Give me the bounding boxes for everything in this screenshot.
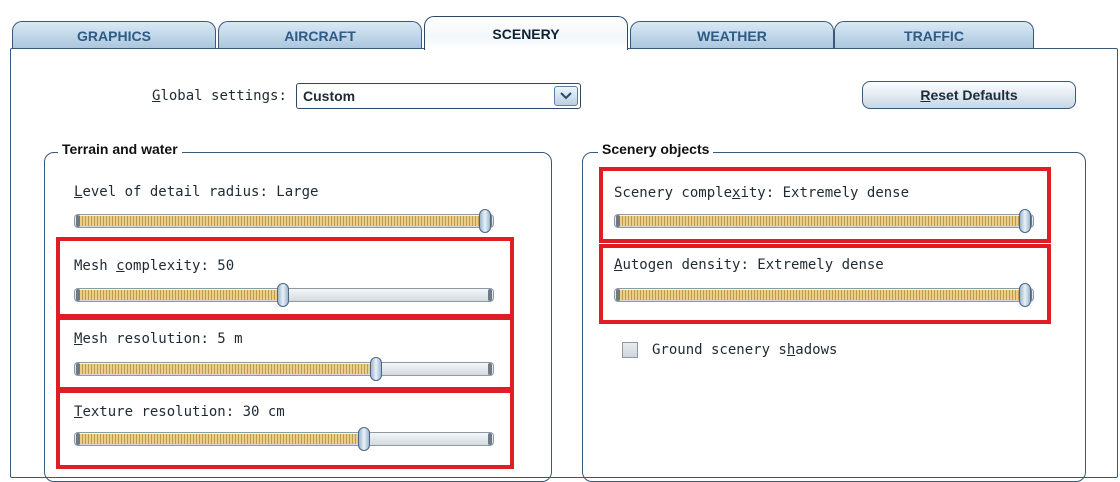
slider-endcap-left	[76, 289, 80, 301]
scenery-complexity-label: Scenery complexity: Extremely dense	[614, 185, 910, 201]
slider-endcap-left	[616, 289, 620, 301]
ground-shadows-checkbox[interactable]	[622, 342, 638, 358]
chevron-down-icon[interactable]	[554, 86, 578, 106]
slider-thumb[interactable]	[277, 283, 289, 307]
slider-fill	[616, 216, 1026, 226]
scenery-complexity-slider[interactable]	[614, 209, 1034, 233]
slider-thumb[interactable]	[1019, 283, 1031, 307]
global-settings-dropdown[interactable]: Custom	[296, 83, 581, 109]
slider-endcap-left	[76, 363, 80, 375]
mesh-resolution-slider[interactable]	[74, 357, 494, 381]
slider-endcap-right	[488, 289, 492, 301]
autogen-density-label: Autogen density: Extremely dense	[614, 257, 884, 273]
slider-fill	[616, 290, 1026, 300]
mesh-resolution-label: Mesh resolution: 5 m	[74, 331, 243, 347]
slider-thumb[interactable]	[1019, 209, 1031, 233]
slider-endcap-left	[616, 215, 620, 227]
mesh-complexity-label: Mesh complexity: 50	[74, 258, 235, 274]
ground-shadows-label[interactable]: Ground scenery shadows	[652, 342, 837, 358]
scenery-objects-title: Scenery objects	[598, 141, 714, 157]
slider-endcap-right	[488, 363, 492, 375]
texture-resolution-slider[interactable]	[74, 427, 494, 451]
slider-endcap-left	[76, 215, 80, 227]
lod-radius-label: Level of detail radius: Large	[74, 184, 319, 200]
terrain-water-title: Terrain and water	[58, 141, 182, 157]
global-settings-label: Global settings:	[152, 88, 287, 104]
slider-fill	[76, 364, 377, 374]
slider-thumb[interactable]	[370, 357, 382, 381]
texture-resolution-label: Texture resolution: 30 cm	[74, 404, 285, 420]
global-settings-value: Custom	[303, 88, 356, 104]
slider-fill	[76, 216, 486, 226]
slider-thumb[interactable]	[479, 209, 491, 233]
slider-fill	[76, 290, 284, 300]
slider-endcap-right	[488, 433, 492, 445]
reset-defaults-button[interactable]: Reset Defaults	[862, 81, 1076, 109]
slider-thumb[interactable]	[358, 427, 370, 451]
lod-radius-slider[interactable]	[74, 209, 494, 233]
scenery-objects-group	[582, 152, 1086, 482]
slider-fill	[76, 434, 365, 444]
slider-endcap-left	[76, 433, 80, 445]
mesh-complexity-slider[interactable]	[74, 283, 494, 307]
autogen-density-slider[interactable]	[614, 283, 1034, 307]
